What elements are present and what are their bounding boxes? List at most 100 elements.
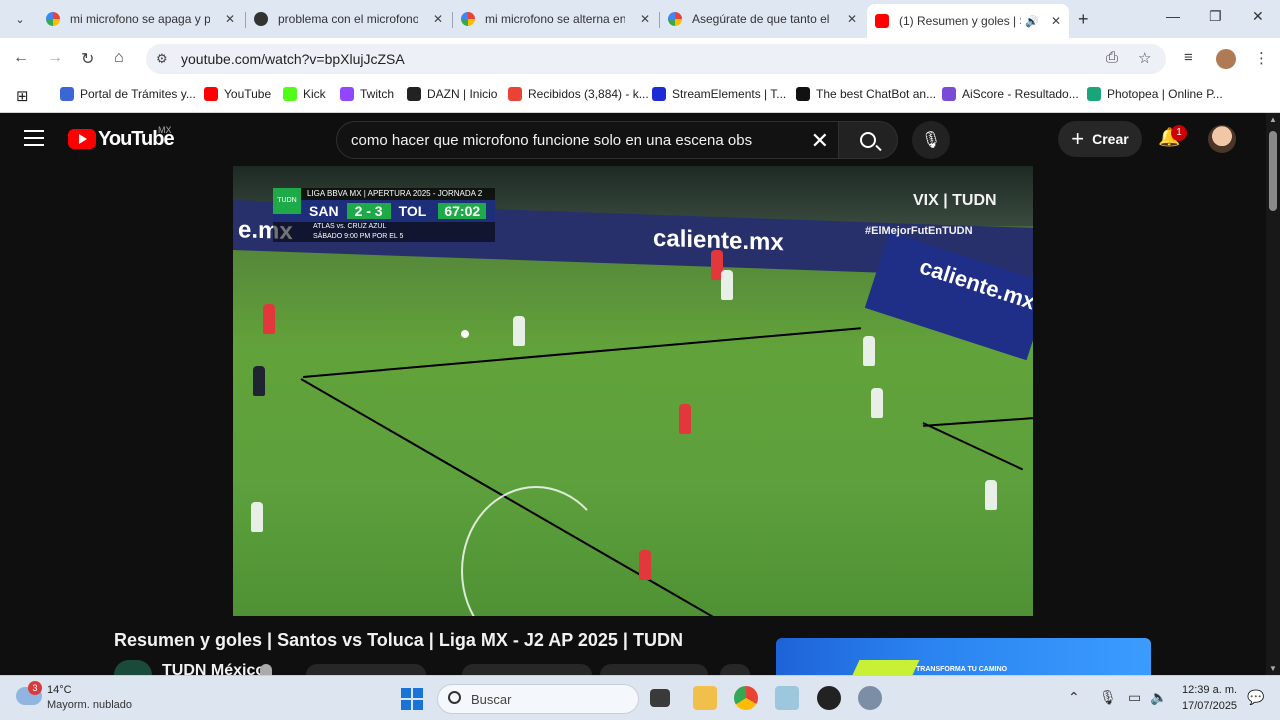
channel-name[interactable]: TUDN México — [162, 662, 265, 675]
bookmark-item[interactable]: Twitch — [340, 87, 394, 101]
bookmark-item[interactable]: YouTube — [204, 87, 271, 101]
close-icon[interactable]: ✕ — [847, 12, 857, 26]
bookmark-item[interactable]: Kick — [283, 87, 326, 101]
bookmark-item[interactable]: Recibidos (3,884) - k... — [508, 87, 649, 101]
browser-toolbar: ← → ↻ ⌂ ⚙ youtube.com/watch?v=bpXlujJcZS… — [0, 38, 1280, 80]
forward-icon[interactable]: → — [47, 49, 63, 67]
site-info-icon[interactable]: ⚙ — [156, 51, 168, 67]
chrome-icon[interactable] — [734, 686, 758, 710]
bookmark-item[interactable]: The best ChatBot an... — [796, 87, 936, 101]
search-icon — [448, 691, 461, 704]
menu-icon[interactable] — [24, 130, 44, 146]
search-icon — [860, 132, 876, 148]
file-explorer-icon[interactable] — [693, 686, 717, 710]
video-player[interactable]: e.mx caliente.mx caliente.mx LIGA BBVA M… — [233, 166, 1033, 616]
speaker-icon[interactable]: 🔊 — [1025, 15, 1039, 28]
close-icon[interactable]: ✕ — [225, 12, 235, 26]
notification-badge: 1 — [1171, 125, 1187, 141]
task-view-icon[interactable] — [650, 689, 670, 707]
settings-gear-icon[interactable] — [858, 686, 882, 710]
volume-icon[interactable]: 🔈 — [1150, 689, 1167, 706]
tab-3[interactable]: mi microfono se alterna entr ✕ — [453, 5, 658, 33]
tab-2[interactable]: problema con el microfono ✕ — [246, 5, 451, 33]
new-tab-button[interactable]: + — [1078, 9, 1089, 30]
microphone-icon: 🎙 — [920, 132, 942, 149]
tab-5-active[interactable]: (1) Resumen y goles | Sa 🔊 ✕ — [867, 4, 1069, 38]
clear-search-icon[interactable]: ✕ — [811, 128, 829, 154]
google-icon — [461, 12, 475, 26]
broadcaster-watermark: VIX | TUDN — [913, 192, 997, 209]
restore-button[interactable]: ❐ — [1209, 8, 1222, 25]
search-button[interactable] — [838, 121, 898, 159]
tab-4[interactable]: Asegúrate de que tanto el m ✕ — [660, 5, 865, 33]
close-icon[interactable]: ✕ — [1051, 14, 1061, 28]
network-icon[interactable]: ▭ — [1128, 689, 1141, 706]
ad-banner[interactable]: TRANSFORMA TU CAMINO — [776, 638, 1151, 675]
weather-badge: 3 — [28, 681, 42, 695]
minimize-button[interactable]: — — [1166, 8, 1180, 24]
home-icon[interactable]: ⌂ — [114, 49, 124, 67]
plus-icon: + — [1071, 126, 1085, 151]
chevron-up-icon[interactable]: ⌃ — [1068, 689, 1080, 706]
search-input[interactable]: como hacer que microfono funcione solo e… — [336, 121, 840, 159]
menu-icon[interactable]: ⋮ — [1254, 49, 1269, 67]
bookmark-star-icon[interactable]: ☆ — [1138, 49, 1151, 67]
subscribe-button[interactable] — [306, 664, 426, 675]
close-icon[interactable]: ✕ — [640, 12, 650, 26]
country-code: MX — [158, 125, 172, 135]
more-actions-button[interactable] — [720, 664, 750, 675]
youtube-icon — [875, 14, 889, 28]
tab-search-dropdown[interactable]: ⌄ — [8, 7, 32, 31]
obs-icon[interactable] — [817, 686, 841, 710]
app-icon[interactable] — [775, 686, 799, 710]
reload-icon[interactable]: ↻ — [81, 49, 94, 69]
user-avatar[interactable] — [1208, 125, 1236, 153]
page-scrollbar[interactable]: ▲ ▼ — [1266, 113, 1280, 675]
windows-start-icon[interactable] — [401, 688, 423, 710]
weather-temperature[interactable]: 14°C — [47, 684, 72, 696]
like-button[interactable] — [462, 664, 592, 675]
bookmark-item[interactable]: Photopea | Online P... — [1087, 87, 1223, 101]
profile-avatar[interactable] — [1216, 49, 1236, 69]
url-text[interactable]: youtube.com/watch?v=bpXlujJcZSA — [181, 51, 405, 67]
hashtag-watermark: #ElMejorFutEnTUDN — [865, 225, 973, 237]
tab-title: mi microfono se apaga y pre — [70, 12, 210, 26]
close-icon[interactable]: ✕ — [433, 12, 443, 26]
search-query[interactable]: como hacer que microfono funcione solo e… — [351, 132, 752, 149]
youtube-logo-icon[interactable] — [68, 129, 96, 149]
media-controls-icon[interactable]: ≡ — [1184, 49, 1193, 66]
clock-time[interactable]: 12:39 a. m. — [1182, 684, 1237, 696]
bookmark-item[interactable]: StreamElements | T... — [652, 87, 786, 101]
tab-title: problema con el microfono — [278, 12, 418, 26]
channel-avatar[interactable] — [114, 660, 152, 675]
tab-title: (1) Resumen y goles | Sa — [899, 14, 1021, 28]
bookmark-item[interactable]: Portal de Trámites y... — [60, 87, 196, 101]
google-icon — [46, 12, 60, 26]
create-button[interactable]: + Crear — [1058, 121, 1142, 157]
microphone-icon[interactable]: 🎙 — [1099, 689, 1117, 706]
share-button[interactable] — [600, 664, 708, 675]
apps-icon[interactable]: ⊞ — [16, 87, 29, 105]
back-icon[interactable]: ← — [13, 49, 29, 67]
youtube-header: YouTube MX como hacer que microfono func… — [0, 113, 1266, 167]
tab-title: Asegúrate de que tanto el m — [692, 12, 832, 26]
video-title: Resumen y goles | Santos vs Toluca | Lig… — [114, 630, 683, 650]
soccer-ball — [461, 330, 469, 338]
voice-search-button[interactable]: 🎙 — [912, 121, 950, 159]
verified-icon — [260, 664, 272, 675]
close-window-button[interactable]: ✕ — [1252, 8, 1264, 25]
weather-description[interactable]: Mayorm. nublado — [47, 699, 132, 711]
windows-taskbar: 3 14°C Mayorm. nublado Buscar ⌃ 🎙 ▭ 🔈 12… — [0, 675, 1280, 720]
address-bar[interactable]: ⚙ youtube.com/watch?v=bpXlujJcZSA — [146, 44, 1166, 74]
google-icon — [668, 12, 682, 26]
tab-1[interactable]: mi microfono se apaga y pre ✕ — [38, 5, 243, 33]
chatgpt-icon — [254, 12, 268, 26]
taskbar-search-input[interactable]: Buscar — [437, 684, 639, 714]
bookmark-item[interactable]: AiScore - Resultado... — [942, 87, 1079, 101]
bookmark-item[interactable]: DAZN | Inicio — [407, 87, 497, 101]
bookmarks-bar: ⊞ Portal de Trámites y... YouTube Kick T… — [0, 80, 1280, 113]
notifications-icon[interactable]: 💬 — [1247, 689, 1264, 706]
tudn-logo: TUDN — [273, 188, 301, 214]
install-app-icon[interactable]: ⎙ — [1106, 49, 1118, 66]
clock-date[interactable]: 17/07/2025 — [1182, 700, 1237, 712]
